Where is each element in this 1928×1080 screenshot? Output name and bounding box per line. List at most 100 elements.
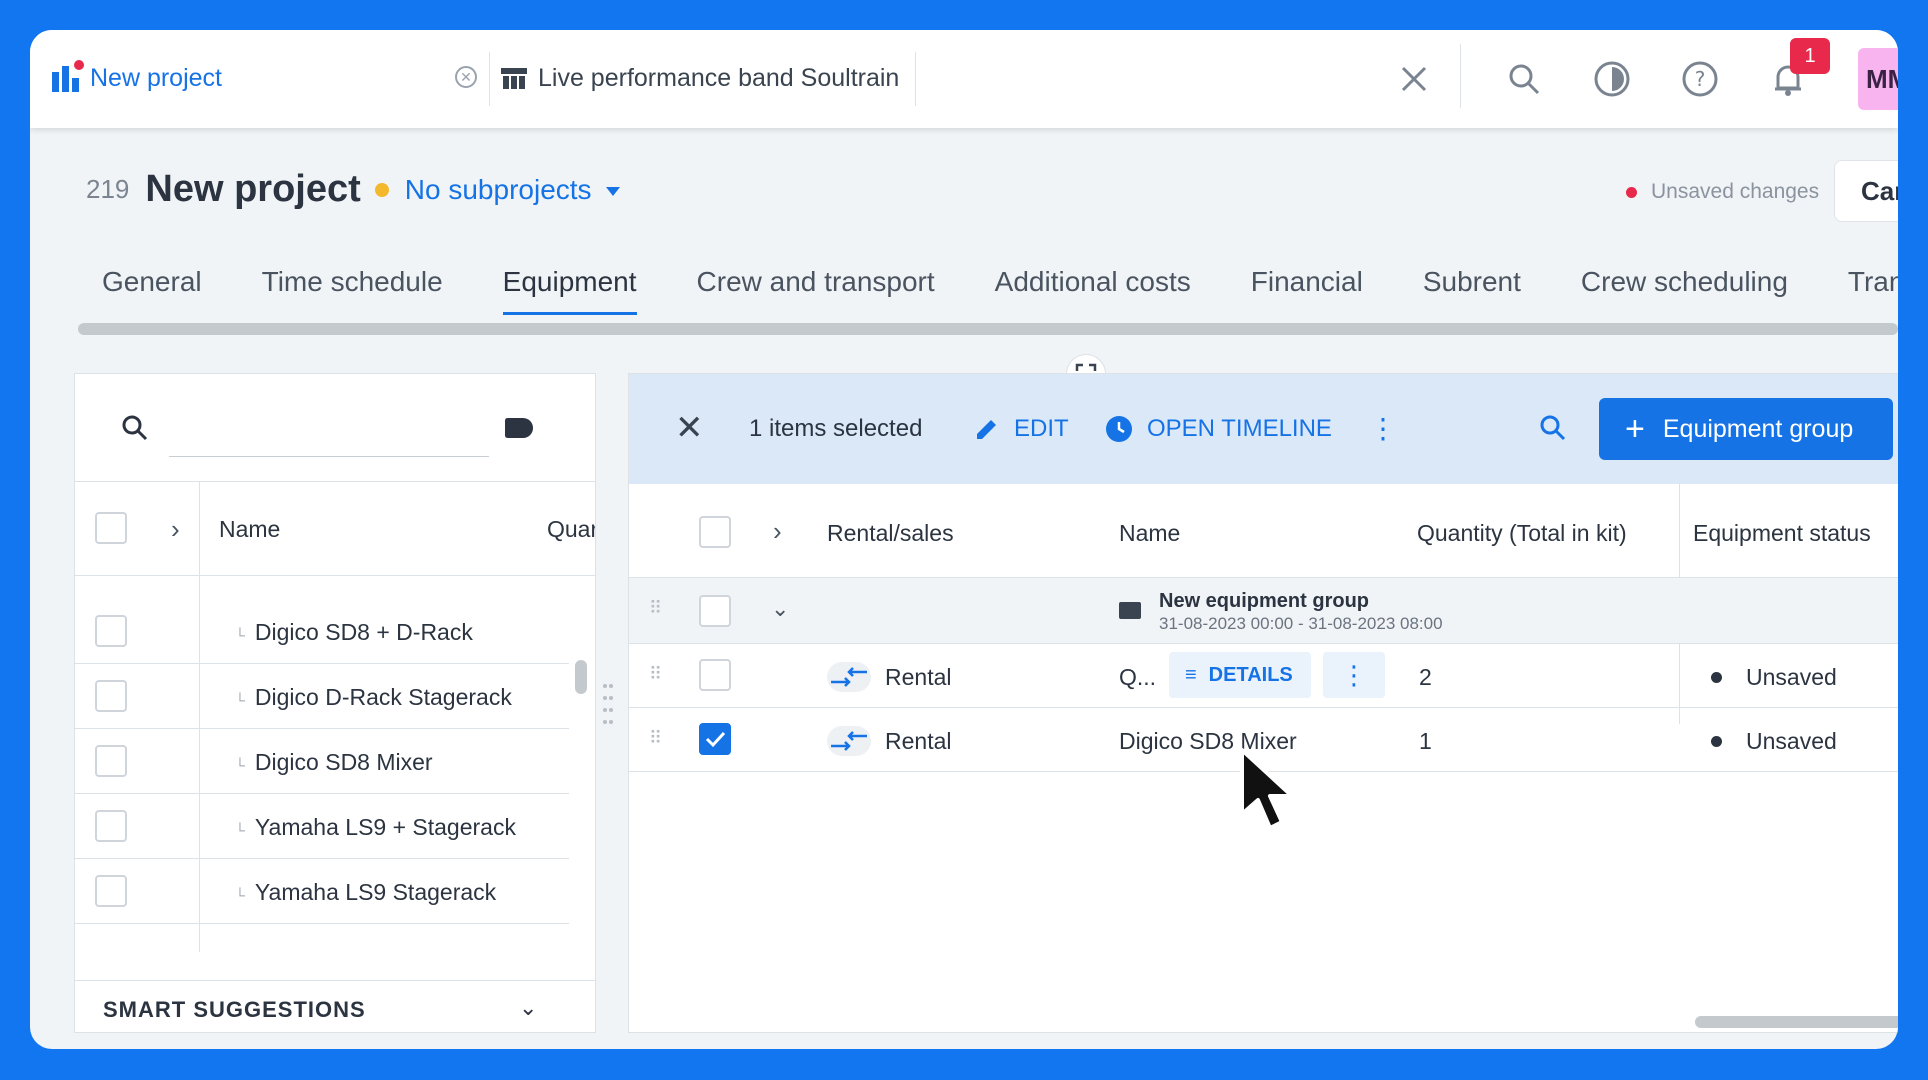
- help-icon[interactable]: ?: [1678, 57, 1722, 101]
- cancel-button[interactable]: Car: [1834, 160, 1898, 222]
- list-item[interactable]: └ Yamaha LS9 Stagerack: [75, 859, 569, 924]
- svg-text:?: ?: [1695, 67, 1706, 91]
- sub-item-icon: └: [235, 627, 245, 643]
- close-icon[interactable]: [1392, 57, 1436, 101]
- status-badge: Unsaved: [1711, 664, 1837, 691]
- open-timeline-label: OPEN TIMELINE: [1147, 415, 1332, 442]
- tab-general[interactable]: General: [102, 266, 202, 315]
- sub-item-icon: └: [235, 757, 245, 773]
- add-equipment-group-button[interactable]: + Equipment group: [1599, 398, 1893, 460]
- close-tab-icon[interactable]: ✕: [455, 66, 477, 88]
- browser-rows: └ Digico SD8 + D-Rack └ Digico D-Rack Stag…: [75, 599, 569, 924]
- equipment-table-header: › Rental/sales Name Quantity (Total in k…: [629, 484, 1898, 578]
- status-badge: Unsaved: [1711, 728, 1837, 755]
- tab-time-schedule[interactable]: Time schedule: [262, 266, 443, 315]
- horizontal-scrollbar[interactable]: [1695, 1016, 1898, 1028]
- tab-new-project-label: New project: [90, 63, 222, 92]
- theme-toggle-icon[interactable]: [1590, 57, 1634, 101]
- project-status-dot: [374, 182, 389, 197]
- caret-down-icon: [605, 186, 620, 196]
- chevron-down-icon[interactable]: ⌄: [771, 596, 789, 622]
- column-name[interactable]: Name: [1119, 520, 1180, 547]
- tab-equipment[interactable]: Equipment: [502, 266, 637, 315]
- unsaved-changes-indicator: Unsaved changes: [1626, 180, 1819, 204]
- row-more-icon[interactable]: ⋮: [1323, 652, 1385, 698]
- tabs-scrollbar[interactable]: [78, 323, 1898, 335]
- chevron-down-icon[interactable]: ⌄: [519, 995, 537, 1021]
- item-label: Digico SD8 + D-Rack: [254, 619, 473, 645]
- project-header: 219 New project No subprojects: [86, 168, 620, 211]
- top-bar: New project ✕ Live performance band Soul…: [30, 30, 1898, 128]
- column-equipment-status[interactable]: Equipment status: [1693, 520, 1871, 547]
- table-row[interactable]: ⠿ Rental Q... ≡ DETAILS ⋮ 2 Unsaved: [629, 644, 1898, 708]
- row-checkbox-checked[interactable]: [699, 723, 731, 755]
- subprojects-dropdown[interactable]: No subprojects: [405, 174, 620, 206]
- row-checkbox[interactable]: [95, 745, 127, 777]
- item-label: Digico D-Rack Stagerack: [254, 684, 512, 710]
- equipment-browser-panel: › Name Quar └ Digico SD8 + D-Rack └ Digico…: [74, 373, 596, 1033]
- list-item[interactable]: └ Digico D-Rack Stagerack: [75, 664, 569, 729]
- vertical-scrollbar[interactable]: [575, 660, 587, 694]
- tab-transport[interactable]: Tran: [1848, 266, 1898, 315]
- row-checkbox[interactable]: [95, 810, 127, 842]
- row-checkbox[interactable]: [699, 659, 731, 691]
- tab-financial[interactable]: Financial: [1251, 266, 1363, 315]
- tab-live-performance[interactable]: Live performance band Soultrain: [500, 50, 899, 106]
- page-title: New project: [145, 168, 361, 210]
- column-rental-sales[interactable]: Rental/sales: [827, 520, 954, 547]
- search-icon: [122, 415, 148, 441]
- drag-handle-icon[interactable]: ⠿: [649, 664, 662, 685]
- subprojects-label: No subprojects: [404, 173, 592, 205]
- open-timeline-button[interactable]: OPEN TIMELINE: [1105, 415, 1332, 443]
- select-all-checkbox[interactable]: [699, 516, 731, 548]
- pencil-icon: [977, 420, 996, 439]
- item-label: Yamaha LS9 Stagerack: [254, 879, 497, 905]
- drag-handle-icon[interactable]: ⠿: [649, 728, 662, 749]
- project-number: 219: [86, 174, 130, 204]
- row-checkbox[interactable]: [95, 875, 127, 907]
- clock-icon: [1106, 416, 1132, 442]
- chevron-right-icon[interactable]: ›: [773, 516, 782, 547]
- tab-crew-scheduling[interactable]: Crew scheduling: [1581, 266, 1788, 315]
- plus-icon: +: [1625, 410, 1645, 448]
- edit-button[interactable]: EDIT: [974, 415, 1069, 443]
- smart-suggestions-section[interactable]: SMART SUGGESTIONS ⌄: [75, 980, 595, 1032]
- column-quantity[interactable]: Quar: [547, 516, 595, 543]
- chevron-right-icon[interactable]: ›: [171, 514, 180, 545]
- folder-icon: [1119, 602, 1141, 619]
- tab-subrent[interactable]: Subrent: [1423, 266, 1521, 315]
- search-input[interactable]: [169, 456, 489, 457]
- panel-resize-handle[interactable]: [602, 680, 614, 740]
- tag-icon[interactable]: [505, 418, 533, 438]
- tab-crew-and-transport[interactable]: Crew and transport: [697, 266, 935, 315]
- rental-icon: [827, 662, 871, 692]
- list-item[interactable]: └ Digico SD8 Mixer: [75, 729, 569, 794]
- row-checkbox[interactable]: [95, 680, 127, 712]
- clear-selection-icon[interactable]: ✕: [675, 408, 704, 448]
- equipment-group-row[interactable]: ⠿ ⌄ New equipment group 31-08-2023 00:00…: [629, 578, 1898, 644]
- column-quantity[interactable]: Quantity (Total in kit): [1417, 520, 1627, 547]
- equipment-list-panel: ✕ 1 items selected EDIT OPEN TIMELINE ⋮ …: [628, 373, 1898, 1033]
- rental-type: Rental: [885, 664, 952, 690]
- group-name: New equipment group: [1159, 590, 1369, 612]
- details-button[interactable]: ≡ DETAILS: [1169, 652, 1311, 698]
- row-checkbox[interactable]: [95, 615, 127, 647]
- avatar[interactable]: MM: [1858, 48, 1898, 110]
- drag-handle-icon[interactable]: ⠿: [649, 598, 662, 619]
- calendar-icon: [501, 68, 527, 89]
- select-all-checkbox[interactable]: [95, 512, 127, 544]
- more-actions-icon[interactable]: ⋮: [1369, 412, 1397, 445]
- search-icon[interactable]: [1502, 57, 1546, 101]
- list-item[interactable]: └ Yamaha LS9 + Stagerack: [75, 794, 569, 859]
- list-item[interactable]: └ Digico SD8 + D-Rack: [75, 599, 569, 664]
- column-name[interactable]: Name: [219, 516, 280, 543]
- tab-new-project[interactable]: New project ✕: [52, 50, 477, 106]
- selection-toolbar: ✕ 1 items selected EDIT OPEN TIMELINE ⋮ …: [629, 374, 1898, 484]
- tab-additional-costs[interactable]: Additional costs: [995, 266, 1191, 315]
- details-label: DETAILS: [1208, 663, 1293, 686]
- quantity-value: 1: [1419, 728, 1432, 754]
- details-icon: ≡: [1185, 663, 1197, 686]
- search-icon[interactable]: [1539, 414, 1567, 442]
- browser-table-header: › Name Quar: [75, 482, 595, 576]
- row-checkbox[interactable]: [699, 595, 731, 627]
